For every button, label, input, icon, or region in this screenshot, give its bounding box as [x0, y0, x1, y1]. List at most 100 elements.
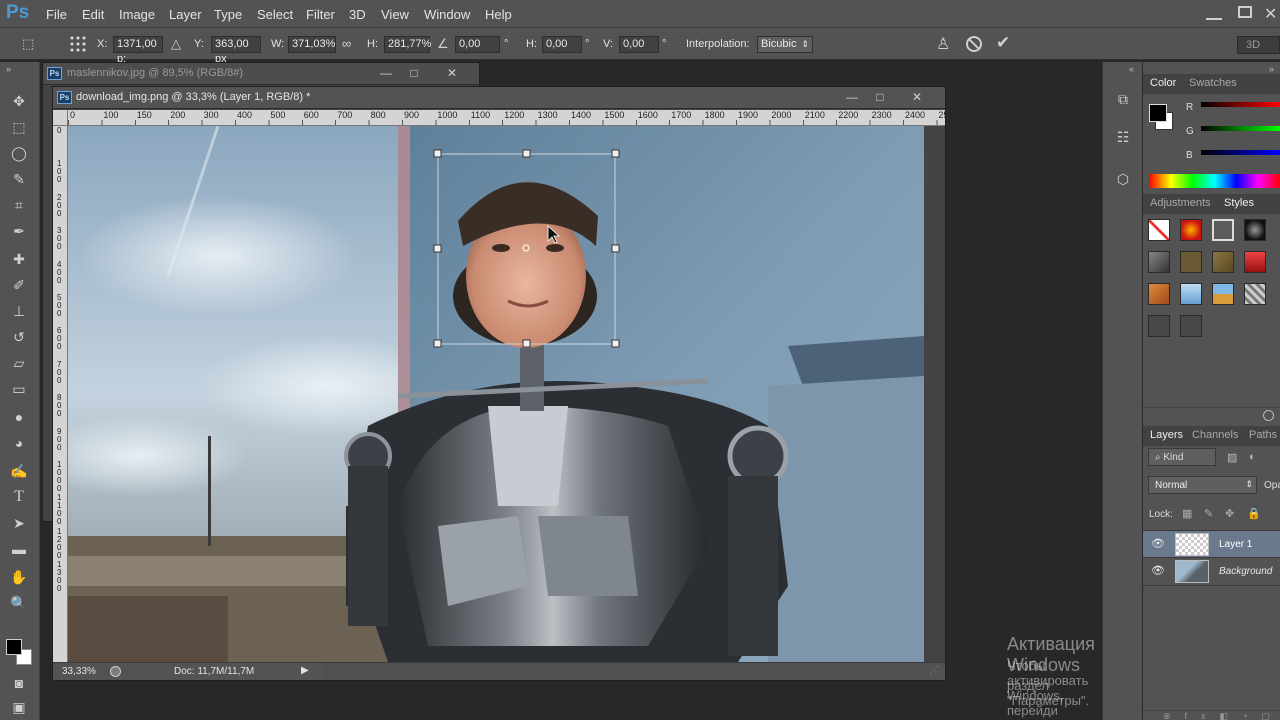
document-window-front[interactable]: Ps download_img.png @ 33,3% (Layer 1, RG…: [52, 86, 946, 681]
stamp-icon[interactable]: ⊥: [8, 300, 30, 322]
collapse-panels-icon[interactable]: »: [1269, 64, 1274, 74]
style-orange[interactable]: [1148, 283, 1170, 305]
style-bronze[interactable]: [1212, 251, 1234, 273]
style-sky[interactable]: [1212, 283, 1234, 305]
hand-icon[interactable]: ✋: [8, 566, 30, 588]
menu-view[interactable]: View: [381, 7, 409, 22]
close-doc-button[interactable]: ✕: [908, 90, 926, 104]
layer-row-layer-1[interactable]: 👁 Layer 1: [1143, 530, 1280, 558]
style-wood[interactable]: [1180, 251, 1202, 273]
tab-color[interactable]: Color: [1150, 77, 1176, 89]
warp-icon[interactable]: ♙: [936, 34, 950, 54]
v-skew-field[interactable]: 0,00: [619, 36, 659, 53]
collapse-toolbar-icon[interactable]: »: [6, 64, 11, 74]
menu-filter[interactable]: Filter: [306, 7, 335, 22]
status-menu-arrow-icon[interactable]: ▶: [301, 665, 309, 676]
cancel-transform-icon[interactable]: [966, 36, 982, 52]
history-brush-icon[interactable]: ↺: [8, 326, 30, 348]
tab-styles[interactable]: Styles: [1224, 197, 1254, 209]
document-titlebar-back[interactable]: Ps maslennikov.jpg @ 89,5% (RGB/8#) — □ …: [43, 63, 479, 85]
angle-field[interactable]: 0,00: [455, 36, 500, 53]
style-red[interactable]: [1244, 251, 1266, 273]
menu-type[interactable]: Type: [214, 7, 242, 22]
delta-icon[interactable]: △: [171, 36, 181, 52]
marquee-icon[interactable]: ⬚: [8, 116, 30, 138]
healing-icon[interactable]: ✚: [8, 248, 30, 270]
zoom-icon[interactable]: 🔍: [8, 592, 30, 614]
filter-adjust-icon[interactable]: ◐: [1249, 451, 1256, 463]
style-empty-2[interactable]: [1180, 315, 1202, 337]
close-doc-back-button[interactable]: ✕: [443, 66, 461, 80]
menu-window[interactable]: Window: [424, 7, 470, 22]
menu-file[interactable]: File: [46, 7, 67, 22]
interpolation-select[interactable]: Bicubic ⇕: [757, 36, 813, 53]
layer-name[interactable]: Background: [1219, 566, 1272, 577]
menu-3d[interactable]: 3D: [349, 7, 366, 22]
menu-layer[interactable]: Layer: [169, 7, 202, 22]
style-empty-1[interactable]: [1148, 315, 1170, 337]
filter-pixel-icon[interactable]: ▨: [1227, 451, 1237, 464]
zoom-level[interactable]: 33,33%: [62, 666, 96, 677]
style-outline[interactable]: [1212, 219, 1234, 241]
b-slider[interactable]: [1201, 150, 1280, 155]
brush-icon[interactable]: ✐: [8, 274, 30, 296]
clear-style-icon[interactable]: [1263, 410, 1274, 421]
style-sphere[interactable]: [1244, 219, 1266, 241]
document-titlebar-front[interactable]: Ps download_img.png @ 33,3% (Layer 1, RG…: [53, 87, 945, 109]
workspace-switcher[interactable]: 3D: [1237, 36, 1280, 54]
menu-select[interactable]: Select: [257, 7, 293, 22]
link-icon[interactable]: ∞: [342, 36, 351, 51]
horizontal-ruler[interactable]: 0 100 150 200 300 400 500 600 700 800 900 1000 1100 1…: [68, 110, 945, 126]
h-field[interactable]: 281,77%: [384, 36, 431, 53]
style-pattern[interactable]: [1244, 283, 1266, 305]
canvas-image[interactable]: [68, 126, 924, 662]
filter-kind-select[interactable]: ⌕ Kind: [1148, 448, 1216, 466]
menu-help[interactable]: Help: [485, 7, 512, 22]
layers-footer-icons[interactable]: ⊗fx◧◔▢: [1143, 710, 1280, 720]
quick-select-icon[interactable]: ✎: [8, 168, 30, 190]
resize-grip-icon[interactable]: ⋰: [929, 665, 939, 676]
blur-icon[interactable]: ●: [8, 406, 30, 428]
crop-icon[interactable]: ⌗: [8, 194, 30, 216]
layer-row-background[interactable]: 👁 Background: [1143, 558, 1280, 586]
tab-swatches[interactable]: Swatches: [1189, 77, 1237, 89]
screen-mode-icon[interactable]: ▣: [8, 696, 30, 718]
minimize-doc-button[interactable]: —: [843, 90, 861, 104]
layer-name[interactable]: Layer 1: [1219, 539, 1252, 550]
path-select-icon[interactable]: ➤: [8, 512, 30, 534]
status-info-icon[interactable]: [110, 666, 121, 677]
3d-panel-icon[interactable]: ⬡: [1112, 168, 1134, 190]
quick-mask-icon[interactable]: ◙: [8, 672, 30, 694]
move-icon[interactable]: ✥: [8, 90, 30, 112]
properties-panel-icon[interactable]: ☷: [1112, 126, 1134, 148]
minimize-app-button[interactable]: [1206, 6, 1222, 20]
g-slider[interactable]: [1201, 126, 1280, 131]
tab-adjustments[interactable]: Adjustments: [1150, 197, 1211, 209]
tab-layers[interactable]: Layers: [1150, 429, 1183, 441]
vertical-scrollbar[interactable]: [924, 126, 945, 662]
lock-all-icon[interactable]: 🔒: [1247, 507, 1261, 520]
style-fire[interactable]: [1180, 219, 1202, 241]
style-none[interactable]: [1148, 219, 1170, 241]
menu-image[interactable]: Image: [119, 7, 155, 22]
reference-point-icon[interactable]: [69, 35, 88, 54]
close-app-button[interactable]: ✕: [1264, 4, 1277, 24]
lock-position-icon[interactable]: ✥: [1225, 507, 1234, 520]
history-panel-icon[interactable]: ⧉: [1112, 88, 1134, 110]
rectangle-icon[interactable]: ▬: [8, 538, 30, 560]
menu-edit[interactable]: Edit: [82, 7, 104, 22]
lasso-icon[interactable]: ◯: [8, 142, 30, 164]
maximize-doc-back-button[interactable]: □: [405, 66, 423, 80]
minimize-doc-back-button[interactable]: —: [377, 66, 395, 80]
maximize-doc-button[interactable]: □: [871, 90, 889, 104]
gradient-icon[interactable]: ▭: [8, 378, 30, 400]
commit-transform-icon[interactable]: ✔: [996, 33, 1010, 53]
foreground-color-swatch-top[interactable]: [6, 639, 22, 655]
blend-mode-select[interactable]: Normal ⇕: [1148, 476, 1257, 494]
ruler-origin[interactable]: [53, 110, 68, 126]
x-field[interactable]: 1371,00 p:: [113, 36, 163, 65]
maximize-app-button[interactable]: [1238, 6, 1252, 18]
type-icon[interactable]: T: [8, 486, 30, 508]
lock-transparent-icon[interactable]: ▦: [1182, 507, 1192, 520]
eraser-icon[interactable]: ▱: [8, 352, 30, 374]
